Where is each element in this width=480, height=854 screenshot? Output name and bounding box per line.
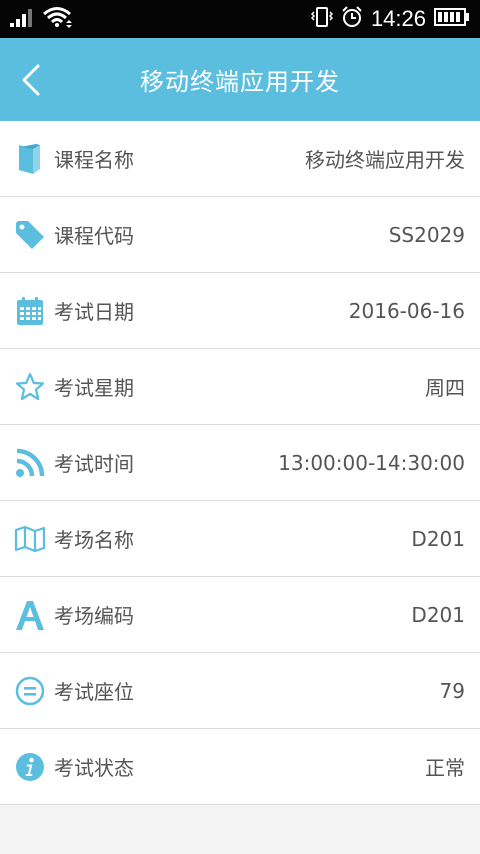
row-label: 考场名称 bbox=[54, 528, 134, 552]
wifi-icon bbox=[42, 6, 72, 32]
row-label: 考场编码 bbox=[54, 604, 134, 628]
row-value: 2016-06-16 bbox=[348, 298, 465, 323]
row-value: 13:00:00-14:30:00 bbox=[278, 450, 465, 475]
row-exam-weekday: 考试星期 周四 bbox=[0, 349, 480, 425]
row-value: 正常 bbox=[425, 756, 465, 780]
book-icon bbox=[14, 143, 46, 175]
row-label: 考试状态 bbox=[54, 756, 134, 780]
alarm-icon bbox=[341, 6, 363, 32]
status-time: 14:26 bbox=[370, 6, 426, 31]
row-label: 考试座位 bbox=[54, 680, 134, 704]
row-exam-status: 考试状态 正常 bbox=[0, 729, 480, 805]
row-exam-time: 考试时间 13:00:00-14:30:00 bbox=[0, 425, 480, 501]
map-icon bbox=[14, 523, 46, 555]
exam-detail-list: 课程名称 移动终端应用开发 课程代码 SS2029 考试日期 2016-06-1… bbox=[0, 121, 480, 805]
chevron-left-icon bbox=[22, 64, 40, 96]
row-exam-room-name: 考场名称 D201 bbox=[0, 501, 480, 577]
row-label: 考试星期 bbox=[54, 376, 134, 400]
row-value: 移动终端应用开发 bbox=[305, 148, 465, 172]
row-value: 79 bbox=[439, 678, 465, 703]
status-bar: 14:26 bbox=[0, 0, 480, 38]
row-exam-room-code: 考场编码 D201 bbox=[0, 577, 480, 653]
star-icon bbox=[14, 371, 46, 403]
page-title: 移动终端应用开发 bbox=[140, 68, 340, 96]
tag-icon bbox=[14, 219, 46, 251]
back-button[interactable] bbox=[14, 60, 48, 100]
rss-icon bbox=[14, 447, 46, 479]
row-value: D201 bbox=[411, 602, 465, 627]
battery-icon bbox=[434, 7, 470, 31]
row-course-code: 课程代码 SS2029 bbox=[0, 197, 480, 273]
row-label: 考试日期 bbox=[54, 300, 134, 324]
row-exam-seat: 考试座位 79 bbox=[0, 653, 480, 729]
info-icon bbox=[14, 751, 46, 783]
letter-a-icon bbox=[14, 599, 46, 631]
row-exam-date: 考试日期 2016-06-16 bbox=[0, 273, 480, 349]
equals-circle-icon bbox=[14, 675, 46, 707]
vibrate-icon bbox=[310, 6, 333, 32]
signal-icon bbox=[10, 7, 36, 31]
row-label: 课程代码 bbox=[54, 224, 134, 248]
row-value: D201 bbox=[411, 526, 465, 551]
calendar-icon bbox=[14, 295, 46, 327]
row-label: 考试时间 bbox=[54, 452, 134, 476]
header-bar: 移动终端应用开发 bbox=[0, 38, 480, 121]
row-value: 周四 bbox=[425, 376, 465, 400]
row-course-name: 课程名称 移动终端应用开发 bbox=[0, 121, 480, 197]
row-value: SS2029 bbox=[388, 222, 465, 247]
row-label: 课程名称 bbox=[54, 148, 134, 172]
